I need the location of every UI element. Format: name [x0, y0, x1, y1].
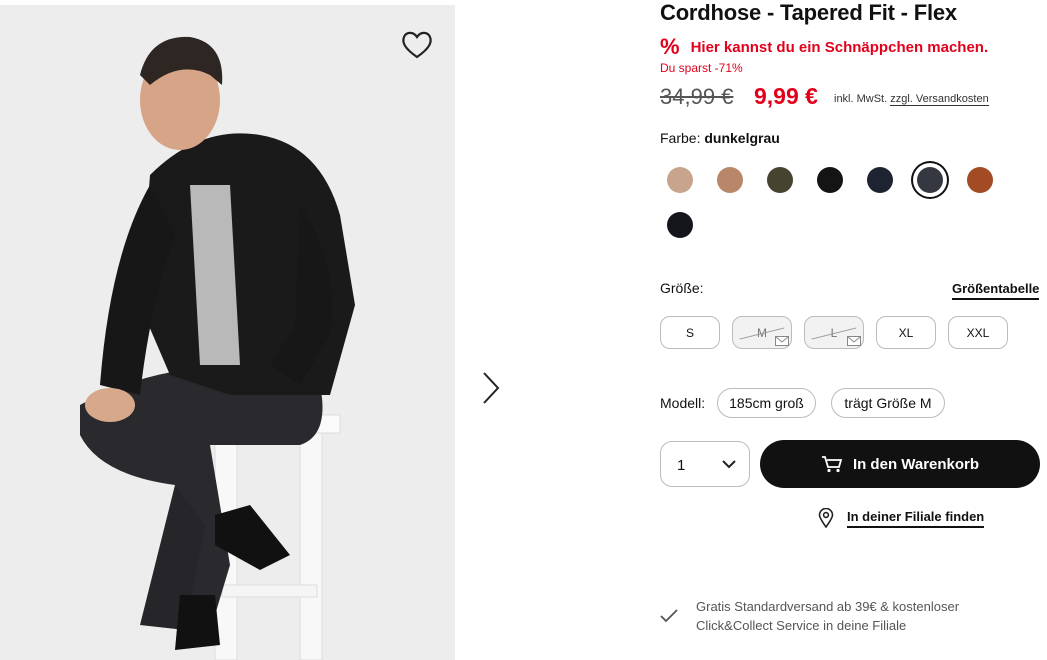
shipping-info-line2: Click&Collect Service in deine Filiale — [696, 618, 907, 633]
color-selection-label: Farbe: dunkelgrau — [660, 130, 780, 146]
color-swatch[interactable] — [667, 167, 693, 193]
location-pin-icon — [818, 508, 834, 528]
vat-info: inkl. MwSt. zzgl. Versandkosten — [834, 93, 989, 106]
next-image-button[interactable] — [478, 370, 504, 406]
selected-color: dunkelgrau — [704, 130, 780, 146]
size-option-xxl[interactable]: XXL — [948, 316, 1008, 349]
percent-icon: % — [660, 34, 680, 59]
heart-icon — [402, 31, 432, 59]
product-image[interactable] — [0, 5, 455, 660]
wishlist-button[interactable] — [400, 29, 434, 61]
size-option-s[interactable]: S — [660, 316, 720, 349]
size-option-m[interactable]: M — [732, 316, 792, 349]
product-title: Cordhose - Tapered Fit - Flex — [660, 0, 957, 25]
color-swatch[interactable] — [817, 167, 843, 193]
sale-price: 9,99 € — [754, 83, 818, 109]
vat-text: inkl. MwSt. — [834, 93, 888, 105]
add-to-cart-label: In den Warenkorb — [852, 455, 980, 473]
size-option-xl[interactable]: XL — [876, 316, 936, 349]
model-label: Modell: — [660, 395, 706, 411]
add-to-cart-button[interactable]: In den Warenkorb — [760, 440, 1040, 488]
color-swatch[interactable] — [767, 167, 793, 193]
deal-banner: % Hier kannst du ein Schnäppchen machen. — [660, 34, 989, 59]
size-option-label: XL — [898, 325, 914, 340]
color-swatch[interactable] — [867, 167, 893, 193]
find-in-store-link[interactable]: In deiner Filiale finden — [818, 508, 985, 528]
color-label: Farbe: — [660, 130, 701, 146]
shipping-info: Gratis Standardversand ab 39€ & kostenlo… — [660, 597, 959, 635]
color-swatch[interactable] — [717, 167, 743, 193]
savings-text: Du sparst -71% — [660, 61, 743, 75]
shipping-costs-link[interactable]: zzgl. Versandkosten — [890, 93, 989, 106]
color-swatch[interactable] — [967, 167, 993, 193]
quantity-select[interactable]: 1 — [660, 441, 750, 487]
find-in-store-label: In deiner Filiale finden — [847, 509, 985, 528]
size-label: Größe: — [660, 280, 704, 296]
chevron-down-icon — [722, 460, 736, 469]
mail-icon — [847, 336, 861, 346]
color-swatch[interactable] — [667, 212, 693, 238]
model-illustration — [0, 5, 455, 660]
shipping-info-line1: Gratis Standardversand ab 39€ & kostenlo… — [696, 599, 960, 614]
cart-icon — [821, 456, 843, 473]
chevron-right-icon — [483, 372, 500, 404]
check-icon — [660, 609, 678, 623]
color-swatch-selected[interactable] — [917, 167, 943, 193]
deal-text: Hier kannst du ein Schnäppchen machen. — [690, 38, 989, 56]
quantity-value: 1 — [677, 457, 686, 474]
model-size-pill: trägt Größe M — [831, 388, 945, 418]
size-option-label: XXL — [966, 325, 990, 340]
model-height-pill: 185cm groß — [717, 388, 816, 418]
size-option-label: S — [685, 325, 694, 340]
size-option-l[interactable]: L — [804, 316, 864, 349]
mail-icon — [775, 336, 789, 346]
size-chart-link[interactable]: Größentabelle — [952, 281, 1040, 300]
old-price: 34,99 € — [660, 84, 734, 109]
